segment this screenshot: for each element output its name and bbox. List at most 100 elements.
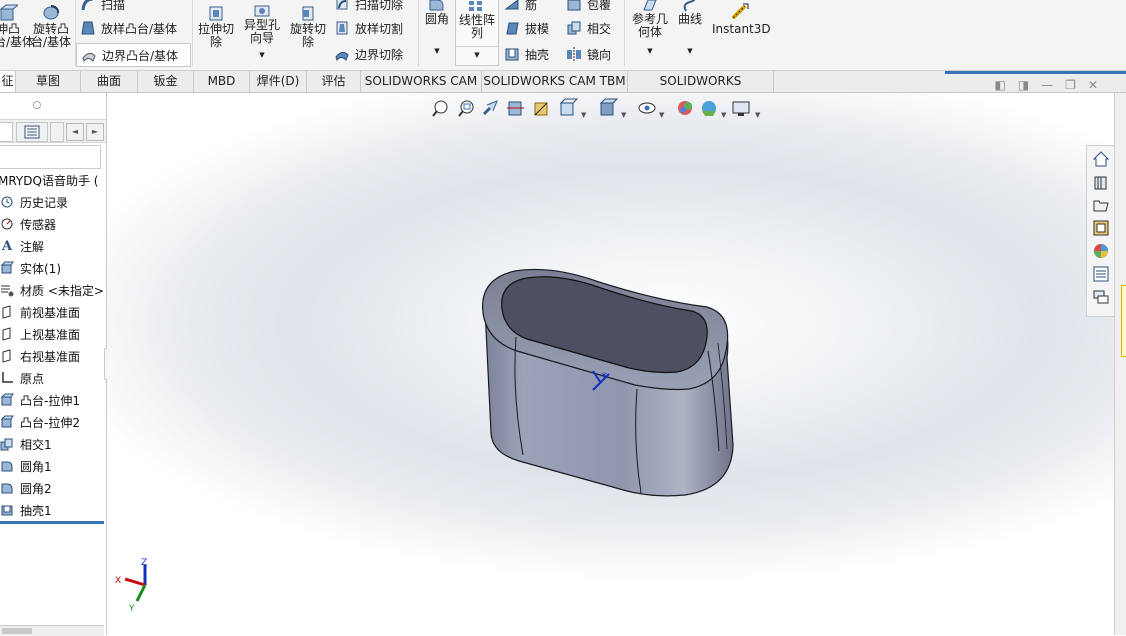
fillet-icon	[429, 0, 444, 11]
view-palette-tab[interactable]	[1090, 218, 1112, 238]
property-list-icon	[24, 125, 40, 139]
intersect-button[interactable]: 相交	[566, 17, 611, 39]
tree-item-shell1[interactable]: 抽壳1	[0, 500, 52, 520]
lofted-cut-button[interactable]: 放样切割	[334, 17, 403, 39]
lofted-boss-button[interactable]: 放样凸台/基体	[80, 17, 177, 39]
feature-manager-panel: ◄ ► MRYDQ语音助手 ( 历史记录 传感器 A 注解 实体(1) 材质 <…	[0, 93, 114, 636]
property-manager-tab[interactable]	[16, 122, 48, 142]
mirror-label: 镜向	[587, 47, 612, 62]
tree-item-boss-extrude1[interactable]: 凸台-拉伸1	[0, 390, 80, 410]
forum-tab[interactable]	[1090, 287, 1112, 307]
shell-button[interactable]: 抽壳	[504, 43, 549, 65]
tree-item-material[interactable]: 材质 <未指定>	[0, 280, 104, 300]
reference-geometry-dropdown-arrow[interactable]: ▼	[628, 45, 672, 58]
horizontal-scrollbar[interactable]	[0, 625, 104, 636]
solidworks-resources-tab[interactable]	[1090, 149, 1112, 169]
fillet-button[interactable]: 圆角 ▼	[420, 0, 454, 58]
curves-dropdown-arrow[interactable]: ▼	[674, 45, 706, 58]
tree-item-fillet2[interactable]: 圆角2	[0, 478, 52, 498]
panel-splitter-handle[interactable]	[33, 101, 41, 109]
feature-filter-input[interactable]	[0, 145, 101, 169]
tree-item-label: 实体(1)	[20, 261, 61, 276]
hole-wizard-button[interactable]: 异型孔 向导 ▼	[240, 4, 284, 62]
linear-pattern-button[interactable]: 线性阵 列 ▼	[455, 0, 499, 66]
draft-icon	[506, 22, 519, 35]
tile-left-icon[interactable]: ◧	[994, 78, 1005, 92]
tree-item-history[interactable]: 历史记录	[0, 192, 68, 212]
tile-right-icon[interactable]: ◨	[1018, 78, 1029, 92]
document-window-controls: ◧ ◨ — ❐ ✕	[994, 78, 1098, 92]
revolved-cut-label: 旋转切 除	[289, 22, 326, 49]
feature-tree-tab[interactable]	[0, 122, 13, 142]
swept-boss-button[interactable]: 扫描	[80, 0, 125, 15]
scrollbar-thumb[interactable]	[2, 628, 32, 634]
tab-sketch[interactable]: 草图	[16, 71, 81, 92]
tree-item-label: 上视基准面	[20, 327, 81, 342]
tree-item-solid-bodies[interactable]: 实体(1)	[0, 258, 61, 278]
linear-pattern-label: 线性阵 列	[458, 13, 495, 40]
extruded-boss-button[interactable]: 伸凸 台/基体	[0, 4, 34, 49]
instant3d-button[interactable]: Instant3D	[712, 2, 771, 36]
view-palette-icon	[1093, 220, 1109, 236]
mirror-button[interactable]: 镜向	[566, 43, 611, 65]
boundary-boss-button[interactable]: 边界凸台/基体	[76, 43, 191, 67]
tab-mbd[interactable]: MBD	[194, 71, 250, 92]
plane-icon	[0, 349, 14, 363]
config-tab[interactable]	[50, 122, 64, 142]
tab-features[interactable]: 征	[0, 71, 16, 92]
reference-geometry-button[interactable]: 参考几 何体 ▼	[628, 0, 672, 58]
tree-item-intersect1[interactable]: 相交1	[0, 434, 52, 454]
lofted-cut-label: 放样切割	[355, 21, 404, 36]
rib-button[interactable]: 筋	[504, 0, 537, 15]
tree-item-annotations[interactable]: A 注解	[0, 236, 44, 256]
hole-wizard-dropdown-arrow[interactable]: ▼	[240, 49, 284, 62]
custom-properties-tab[interactable]	[1090, 264, 1112, 284]
tree-item-right-plane[interactable]: 右视基准面	[0, 346, 80, 366]
tree-item-label: 圆角2	[20, 481, 52, 496]
tab-scroll-left-button[interactable]: ◄	[66, 123, 84, 141]
tree-item-origin[interactable]: 原点	[0, 368, 44, 388]
part-model[interactable]: *	[107, 93, 1114, 635]
close-icon[interactable]: ✕	[1088, 78, 1098, 92]
tree-item-boss-extrude2[interactable]: 凸台-拉伸2	[0, 412, 80, 432]
graphics-area[interactable]: ▼ ▼ ▼ ▼ ▼ * Z X Y	[107, 93, 1114, 635]
revolved-cut-icon	[302, 6, 314, 21]
tree-item-sensors[interactable]: 传感器	[0, 214, 56, 234]
plane-icon	[0, 305, 14, 319]
extrude-icon	[0, 393, 14, 407]
appearances-tab[interactable]	[1090, 241, 1112, 261]
appearances-icon	[1094, 244, 1108, 258]
extruded-cut-button[interactable]: 拉伸切 除	[195, 4, 237, 49]
restore-icon[interactable]: ❐	[1065, 78, 1076, 92]
design-library-tab[interactable]	[1090, 172, 1112, 192]
tab-scroll-right-button[interactable]: ►	[86, 123, 104, 141]
custom-properties-icon	[1093, 266, 1109, 282]
hole-wizard-label: 异型孔 向导	[243, 18, 280, 45]
rollback-bar[interactable]	[0, 521, 104, 524]
fillet-dropdown-arrow[interactable]: ▼	[420, 45, 454, 58]
draft-button[interactable]: 拔模	[504, 17, 549, 39]
curves-button[interactable]: 曲线 ▼	[674, 0, 706, 58]
tab-sheet-metal[interactable]: 钣金	[138, 71, 194, 92]
tab-weldments[interactable]: 焊件(D)	[250, 71, 307, 92]
file-explorer-tab[interactable]	[1090, 195, 1112, 215]
tab-solidworks-inspection[interactable]: SOLIDWORKS Inspection	[628, 71, 774, 109]
revolved-boss-icon	[43, 4, 60, 20]
swept-cut-button[interactable]: 扫描切除	[334, 0, 403, 15]
tree-item-top-plane[interactable]: 上视基准面	[0, 324, 80, 344]
tree-root-part[interactable]: MRYDQ语音助手 (	[0, 170, 98, 190]
tree-item-front-plane[interactable]: 前视基准面	[0, 302, 80, 322]
tab-surfaces[interactable]: 曲面	[81, 71, 138, 92]
tree-item-fillet1[interactable]: 圆角1	[0, 456, 52, 476]
tab-evaluate[interactable]: 评估	[307, 71, 361, 92]
wrap-button[interactable]: 包覆	[566, 0, 611, 15]
revolved-cut-button[interactable]: 旋转切 除	[287, 4, 329, 49]
boundary-cut-button[interactable]: 边界切除	[334, 43, 403, 65]
minimize-icon[interactable]: —	[1041, 78, 1053, 92]
forum-icon	[1093, 290, 1109, 304]
tab-solidworks-cam[interactable]: SOLIDWORKS CAM	[361, 71, 482, 92]
tab-solidworks-cam-tbm[interactable]: SOLIDWORKS CAM TBM	[482, 71, 628, 92]
linear-pattern-dropdown-arrow[interactable]: ▼	[456, 46, 498, 62]
annotation-icon: A	[1, 238, 13, 254]
revolved-boss-button[interactable]: 旋转凸 台/基体	[30, 4, 72, 49]
